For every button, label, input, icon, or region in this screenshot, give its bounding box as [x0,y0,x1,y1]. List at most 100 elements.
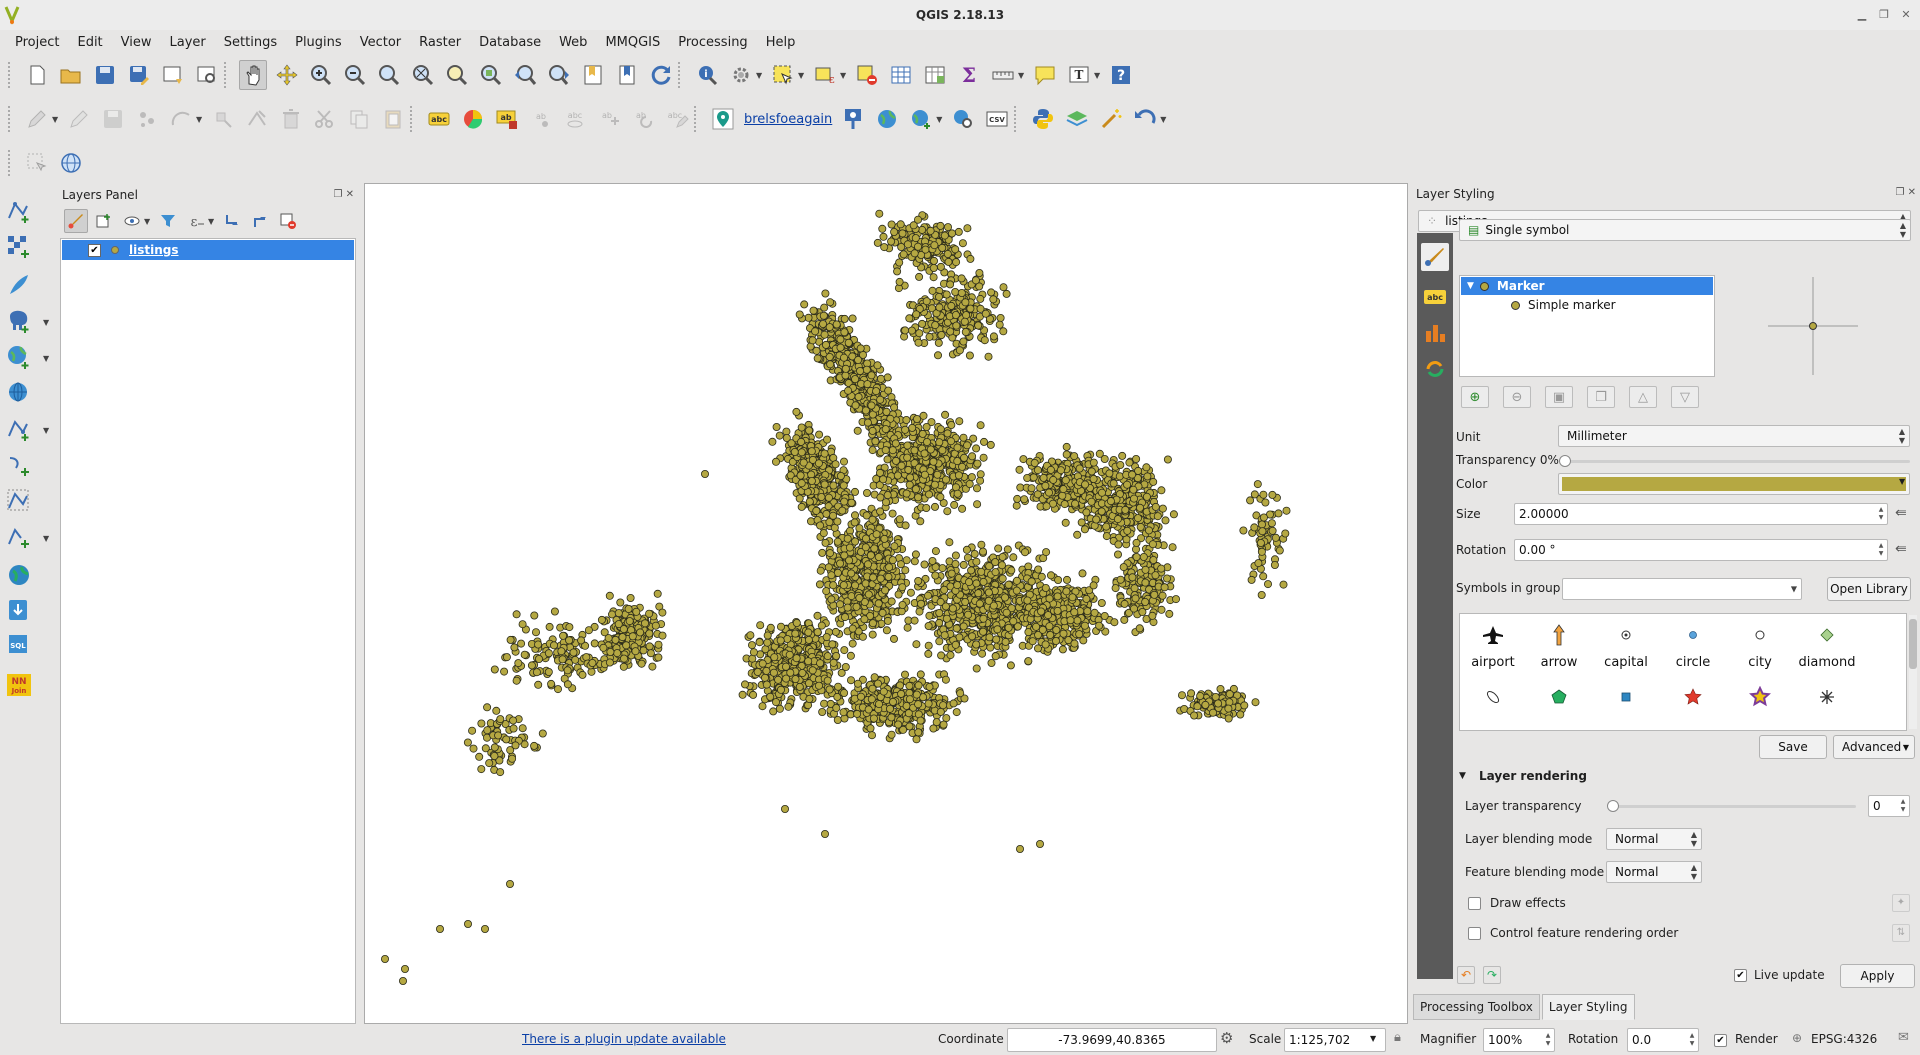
rotation-status-input[interactable]: 0.0 ▲ ▼ [1627,1028,1699,1052]
chevron-down-icon[interactable]: ▼ [936,115,946,124]
duplicate-symbol-layer-button[interactable]: ❐ [1587,386,1615,408]
tab-processing-toolbox[interactable]: Processing Toolbox [1413,994,1540,1020]
chevron-down-icon[interactable]: ▼ [43,426,49,435]
chevron-down-icon[interactable]: ▼ [840,71,850,80]
add-wfs-layer-button[interactable] [6,416,34,444]
chevron-down-icon[interactable]: ▼ [43,354,49,363]
open-styling-button[interactable] [64,209,88,233]
remove-layer-button[interactable] [276,209,300,233]
filter-legend-button[interactable] [156,209,180,233]
select-features-button[interactable] [769,60,797,90]
symbol-star-red[interactable] [1660,676,1726,730]
new-bookmark-button[interactable] [579,60,607,90]
menu-view[interactable]: View [112,35,161,50]
add-raster-layer-button[interactable] [6,234,34,262]
chevron-down-icon[interactable]: ▼ [1899,477,1905,486]
cut-features-button[interactable] [311,104,339,134]
globe-plugin-button[interactable] [57,148,85,178]
remove-symbol-layer-button[interactable]: ⊖ [1503,386,1531,408]
spin-arrows-icon[interactable]: ▲ ▼ [1543,1030,1553,1050]
new-scratch-layer-button[interactable] [6,452,34,480]
zoom-full-button[interactable] [409,60,437,90]
labels-tab[interactable]: abc [1421,283,1449,311]
change-label-button[interactable]: abc [663,104,691,134]
menu-processing[interactable]: Processing [669,35,756,50]
add-spatialite-button[interactable] [6,272,34,300]
toolbar-grip[interactable] [8,150,14,176]
menu-raster[interactable]: Raster [410,35,470,50]
tab-layer-styling[interactable]: Layer Styling [1541,994,1635,1020]
symbol-ellipse[interactable] [1460,676,1526,730]
nnjoin-button[interactable]: NN Join [6,672,34,700]
composer-manager-button[interactable] [193,60,221,90]
draw-effects-checkbox[interactable] [1468,897,1481,910]
label-toolbar-button[interactable]: abc [425,104,453,134]
crs-label[interactable]: EPSG:4326 [1811,1032,1877,1046]
add-arcgis-layer-button[interactable] [6,598,34,626]
order-settings-icon[interactable]: ⇅ [1892,924,1910,942]
show-bookmarks-button[interactable] [613,60,641,90]
menu-database[interactable]: Database [470,35,550,50]
symbology-tab[interactable] [1421,243,1449,271]
messages-icon[interactable]: ✉ [1898,1030,1909,1045]
node-tool-button[interactable] [243,104,271,134]
zoom-to-layer-button[interactable] [477,60,505,90]
panel-float-close-icon[interactable]: ❐ ✕ [333,189,354,200]
text-annotation-button[interactable]: T [1065,60,1093,90]
add-symbol-layer-button[interactable]: ⊕ [1461,386,1489,408]
color-button[interactable] [1558,473,1910,495]
collapse-all-button[interactable] [248,209,272,233]
toggle-editing-button[interactable] [65,104,93,134]
tree-item-simple-marker[interactable]: Simple marker [1461,296,1713,314]
highlight-labels-button[interactable]: ab [493,104,521,134]
chevron-down-icon[interactable]: ▼ [1370,1034,1376,1043]
menu-project[interactable]: Project [6,35,68,50]
delete-selected-button[interactable] [277,104,305,134]
save-symbol-button[interactable]: Save [1759,735,1827,759]
identify-features-button[interactable]: i [693,60,721,90]
symbol-diamond[interactable]: diamond [1794,614,1860,674]
rotation-input[interactable]: 0.00 ° ▲ ▼ [1514,539,1888,561]
georef-pin-button[interactable] [839,104,867,134]
chevron-down-icon[interactable]: ▼ [1094,71,1104,80]
rotate-label-button[interactable]: ab [629,104,657,134]
python-console-button[interactable] [1029,104,1057,134]
renderer-select[interactable]: ▤ Single symbol ▲ ▼ [1459,219,1911,241]
symbol-pentagon[interactable] [1526,676,1592,730]
add-wcs-button[interactable] [949,104,977,134]
data-defined-override-icon[interactable]: ⇚ [1895,505,1907,521]
unit-select[interactable]: Millimeter ▲ ▼ [1558,425,1910,447]
show-hide-labels-button[interactable]: abc [561,104,589,134]
add-wfs-button[interactable] [907,104,935,134]
magic-tool-button[interactable] [1097,104,1125,134]
add-circular-string-button[interactable] [167,104,195,134]
chevron-down-icon[interactable]: ▼ [52,115,62,124]
menu-web[interactable]: Web [550,35,596,50]
menu-plugins[interactable]: Plugins [286,35,351,50]
plugin-link[interactable]: brelsfoeagain [744,112,832,127]
add-delimited-text-button[interactable] [6,524,34,552]
move-feature-button[interactable] [209,104,237,134]
symbol-grid-scrollbar[interactable] [1909,615,1917,729]
chevron-down-icon[interactable]: ▼ [43,318,49,327]
menu-mmqgis[interactable]: MMQGIS [596,35,669,50]
qgis-cloud-button[interactable] [1063,104,1091,134]
move-down-button[interactable]: ▽ [1671,386,1699,408]
save-edits-button[interactable] [99,104,127,134]
diagram-button[interactable] [459,104,487,134]
layer-visibility-checkbox[interactable]: ✔ [88,243,101,257]
deselect-all-button[interactable] [853,60,881,90]
menu-edit[interactable]: Edit [68,35,111,50]
layer-blending-select[interactable]: Normal ▲ ▼ [1606,828,1702,850]
spin-arrows-icon[interactable]: ▲ ▼ [1876,541,1886,559]
data-defined-override-icon[interactable]: ⇚ [1895,541,1907,557]
spin-arrows-icon[interactable]: ▲ ▼ [1876,505,1886,523]
close-icon[interactable]: ✕ [1898,7,1914,23]
render-checkbox[interactable]: ✔ [1714,1034,1727,1047]
menu-settings[interactable]: Settings [215,35,286,50]
measure-line-button[interactable] [989,60,1017,90]
symbol-asterisk[interactable] [1794,676,1860,730]
control-order-checkbox[interactable] [1468,927,1481,940]
minimize-icon[interactable]: ▁ [1854,7,1870,23]
chevron-down-icon[interactable]: ▼ [1459,771,1466,781]
